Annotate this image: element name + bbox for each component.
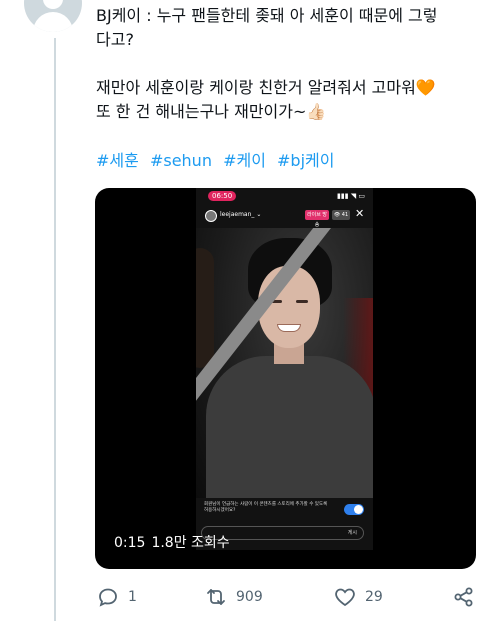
- like-icon: [335, 588, 355, 607]
- like-count: 29: [365, 589, 383, 605]
- hashtag-bj-kay[interactable]: #bj케이: [277, 151, 334, 170]
- hashtag-kay[interactable]: #케이: [223, 151, 266, 170]
- hashtag-list: #세훈 #sehun #케이 #bj케이: [96, 149, 340, 173]
- phone-screen-recording: 06:50 ▮▮▮ ◥ ▭ leejaeman_ ⌄ 라이브 방송 👁 41 ✕…: [196, 188, 373, 550]
- share-button[interactable]: [452, 582, 476, 612]
- tweet-line-3: 재만아 세훈이랑 케이랑 친한거 알려줘서 고마워🧡: [96, 78, 436, 97]
- retweet-button[interactable]: 909: [204, 582, 263, 612]
- tweet-line-2: 다고?: [96, 30, 134, 49]
- ig-close-icon: ✕: [355, 207, 365, 220]
- hashtag-sehun-kr[interactable]: #세훈: [96, 151, 139, 170]
- mention-toggle: [344, 504, 364, 515]
- right-eye: [296, 300, 308, 303]
- tweet-line-1: BJ케이 : 누구 팬들한테 좆돼 아 세훈이 때문에 그렇: [96, 6, 438, 25]
- reply-icon: [99, 588, 117, 607]
- reply-button[interactable]: 1: [96, 582, 137, 612]
- side-person: [196, 248, 214, 368]
- thread-line: [54, 38, 56, 621]
- video-info: 0:15 1.8만 조회수: [114, 534, 230, 552]
- live-camera-frame: [196, 228, 373, 498]
- ig-avatar-icon: [205, 210, 217, 222]
- ig-username: leejaeman_ ⌄: [220, 211, 262, 218]
- toggle-knob: [354, 505, 363, 514]
- reply-count: 1: [128, 589, 137, 605]
- avatar-head: [43, 0, 63, 9]
- hoodie: [206, 356, 373, 498]
- hashtag-sehun[interactable]: #sehun: [150, 151, 212, 170]
- tweet-line-4: 또 한 건 해내는구나 재만이가~👍🏻: [96, 102, 327, 121]
- status-icons: ▮▮▮ ◥ ▭: [336, 192, 365, 200]
- ig-viewer-count: 👁 41: [332, 210, 350, 220]
- retweet-icon: [207, 589, 225, 605]
- retweet-count: 909: [236, 589, 263, 605]
- share-icon: [454, 587, 473, 607]
- smile: [277, 324, 301, 332]
- video-time: 0:15: [114, 535, 146, 551]
- like-button[interactable]: 29: [333, 582, 383, 612]
- status-time: 06:50: [208, 191, 237, 201]
- user-avatar-icon[interactable]: [24, 0, 82, 32]
- view-count: 1.8만 조회수: [151, 535, 230, 551]
- toast-text: 회원님이 언급하는 사람이 이 콘텐츠를 스토리에 추가할 수 있도록 허용하시…: [204, 502, 328, 513]
- avatar-shoulders: [33, 12, 73, 32]
- ig-live-badge: 라이브 방송: [305, 210, 329, 228]
- mention-toast: 회원님이 언급하는 사람이 이 콘텐츠를 스토리에 추가할 수 있도록 허용하시…: [200, 500, 369, 522]
- post-label: 게시: [347, 530, 357, 536]
- video-player[interactable]: 06:50 ▮▮▮ ◥ ▭ leejaeman_ ⌄ 라이브 방송 👁 41 ✕…: [95, 188, 476, 569]
- tweet-text: BJ케이 : 누구 팬들한테 좆돼 아 세훈이 때문에 그렇 다고? 재만아 세…: [96, 4, 468, 124]
- tweet-actions: 1 909 29: [0, 582, 480, 612]
